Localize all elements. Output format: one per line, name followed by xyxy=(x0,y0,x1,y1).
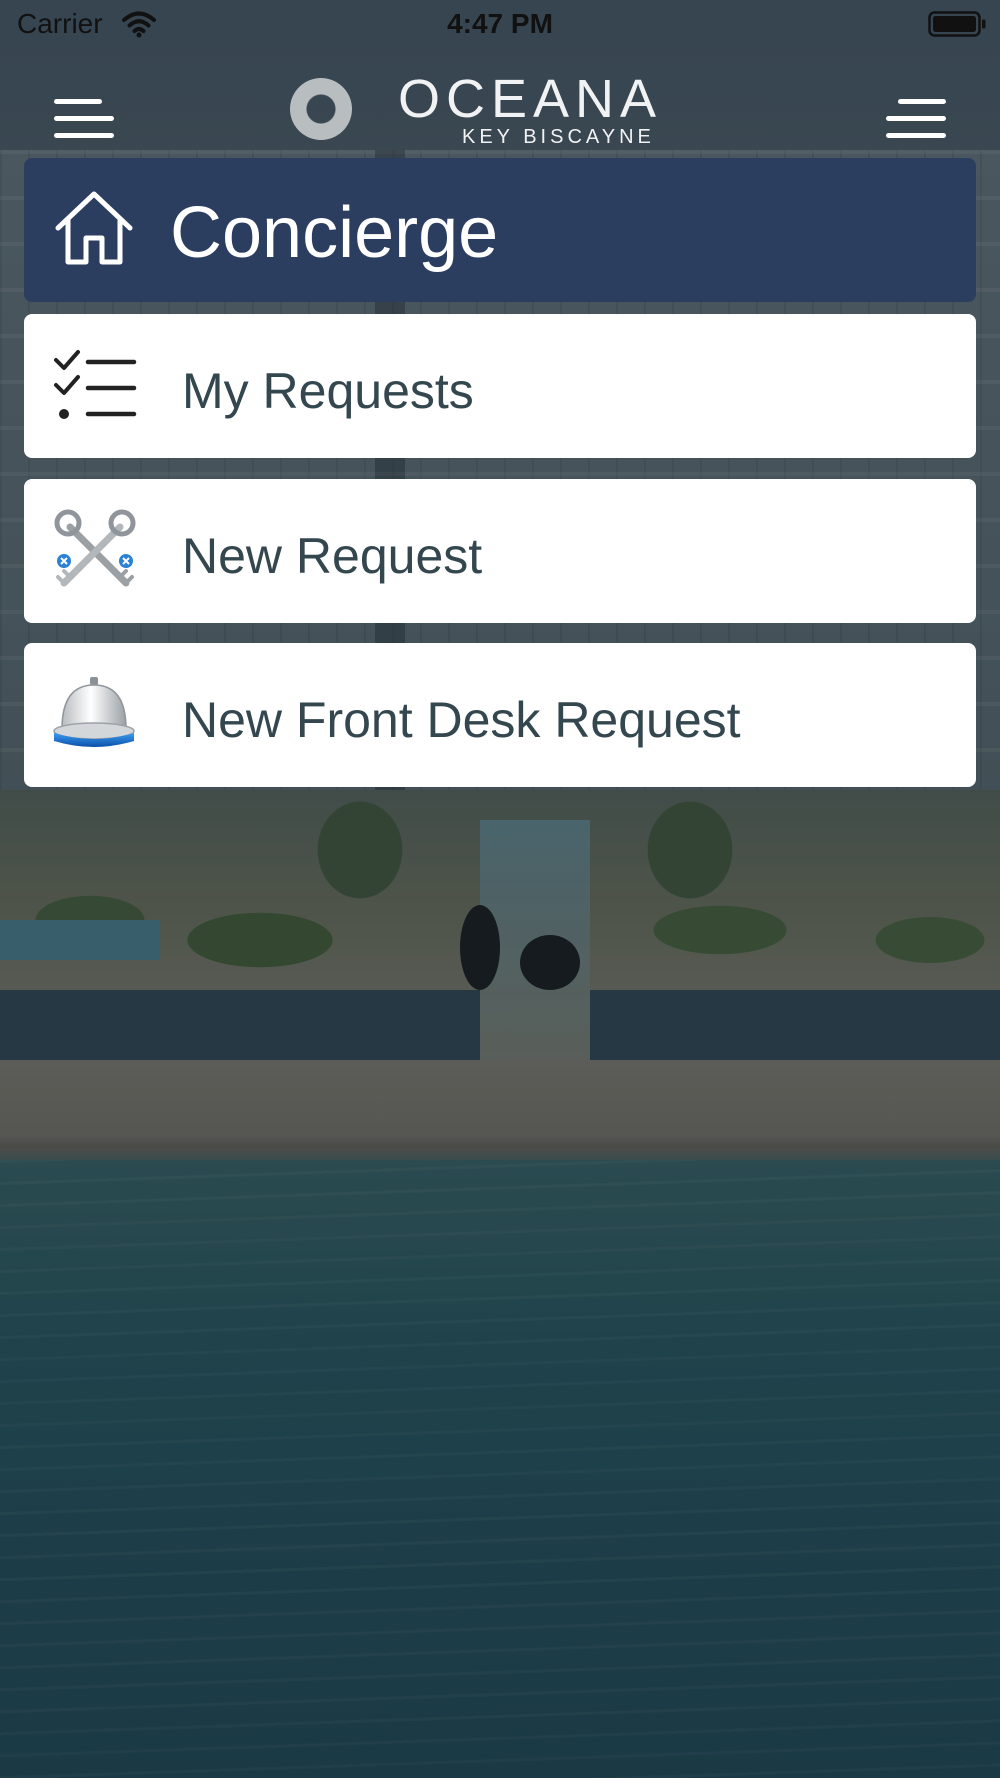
checklist-icon xyxy=(54,350,137,419)
left-menu-button[interactable] xyxy=(50,80,120,140)
crossed-keys-icon xyxy=(54,509,136,587)
status-time: 4:47 PM xyxy=(447,8,553,39)
menu-item-label: My Requests xyxy=(182,363,474,419)
page-title: Concierge xyxy=(170,193,499,273)
top-nav-bar: OCEANA KEY BISCAYNE xyxy=(0,58,1000,158)
oceana-logo: OCEANA KEY BISCAYNE xyxy=(290,68,730,158)
logo-name: OCEANA xyxy=(398,69,663,129)
menu-item-my-requests[interactable]: My Requests xyxy=(24,314,976,458)
menu-item-label: New Front Desk Request xyxy=(182,692,741,748)
logo-mark xyxy=(290,78,352,140)
menu-item-new-front-desk-request[interactable]: New Front Desk Request xyxy=(24,643,976,787)
battery-icon xyxy=(928,11,986,37)
right-menu-button[interactable] xyxy=(880,80,950,140)
status-bar: Carrier 4:47 PM xyxy=(0,0,1000,50)
menu-item-new-request[interactable]: New Request xyxy=(24,479,976,623)
home-icon xyxy=(55,191,133,265)
concierge-header: Concierge xyxy=(24,158,976,302)
logo-subtitle: KEY BISCAYNE xyxy=(462,126,655,148)
service-bell-icon xyxy=(53,677,135,747)
menu-item-label: New Request xyxy=(182,528,483,584)
